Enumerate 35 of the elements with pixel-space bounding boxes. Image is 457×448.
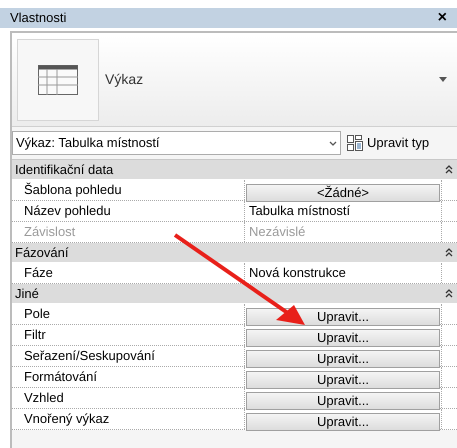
property-label: Filtr xyxy=(23,326,47,344)
property-label: Pole xyxy=(23,305,52,324)
dropdown-arrow-icon xyxy=(439,77,447,82)
section-header[interactable]: Jiné xyxy=(12,284,457,304)
value-button[interactable]: Upravit... xyxy=(246,392,440,410)
collapse-icon[interactable] xyxy=(445,165,453,174)
section-header[interactable]: Fázování xyxy=(12,243,457,263)
property-label: Seřazení/Seskupování xyxy=(23,347,156,366)
property-label: Vnořený výkaz xyxy=(23,410,110,428)
section-header[interactable]: Identifikační data xyxy=(12,160,457,180)
property-label: Fáze xyxy=(23,264,54,282)
property-label: Závislost xyxy=(23,223,76,242)
window-title: Vlastnosti xyxy=(10,9,66,28)
property-label: Název pohledu xyxy=(23,202,112,220)
collapse-icon[interactable] xyxy=(445,289,453,298)
instance-dropdown[interactable]: Výkaz: Tabulka místností xyxy=(12,131,341,155)
property-label: Formátování xyxy=(23,368,98,386)
property-label: Vzhled xyxy=(23,389,65,408)
edit-type-button[interactable]: Upravit typ xyxy=(347,133,430,153)
type-selector[interactable]: Výkaz xyxy=(12,33,457,127)
edit-type-icon xyxy=(347,135,363,151)
collapse-icon[interactable] xyxy=(445,248,453,257)
close-button[interactable]: × xyxy=(438,10,447,26)
value-button[interactable]: <Žádné> xyxy=(246,184,440,202)
type-name: Výkaz xyxy=(105,70,144,89)
property-value[interactable]: Nová konstrukce xyxy=(245,263,441,283)
chevron-down-icon xyxy=(329,140,337,146)
value-button[interactable]: Upravit... xyxy=(246,328,440,346)
value-button[interactable]: Upravit... xyxy=(246,350,440,368)
value-button[interactable]: Upravit... xyxy=(246,412,440,430)
property-label: Šablona pohledu xyxy=(23,181,123,200)
value-button[interactable]: Upravit... xyxy=(246,308,440,326)
property-value[interactable]: Tabulka místností xyxy=(245,201,441,221)
value-button[interactable]: Upravit... xyxy=(246,370,440,388)
table-icon xyxy=(38,64,78,94)
